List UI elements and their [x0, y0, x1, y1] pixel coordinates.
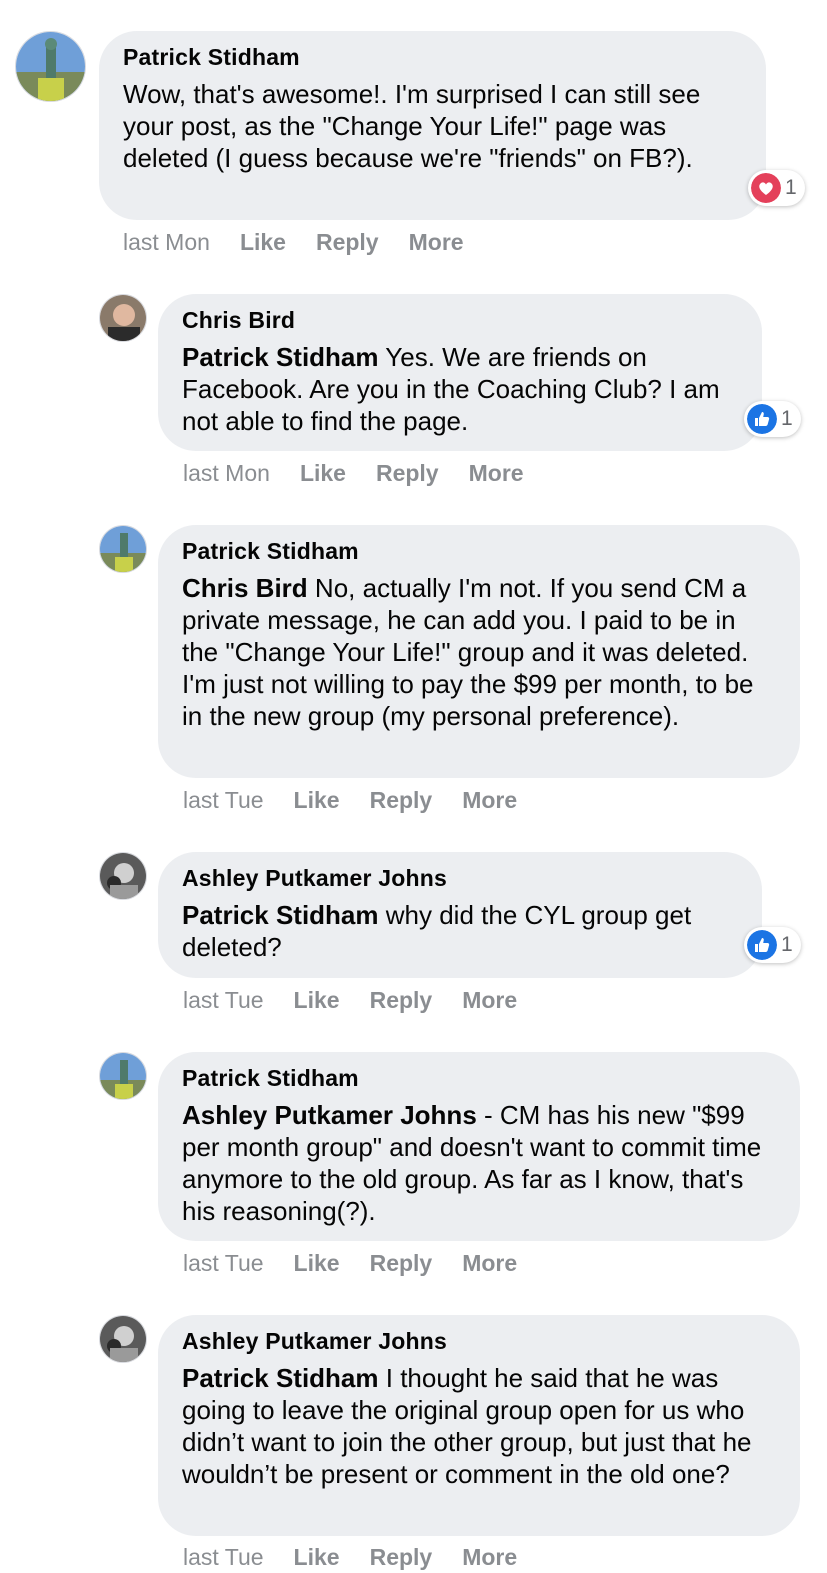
comment-author[interactable]: Patrick Stidham [182, 1064, 776, 1092]
comment-timestamp: last Tue [183, 787, 264, 813]
reaction-count: 1 [781, 407, 793, 430]
like-button[interactable]: Like [300, 458, 346, 488]
comment-timestamp: last Tue [183, 1250, 264, 1276]
reply-button[interactable]: Reply [370, 1248, 433, 1278]
comment-text: Ashley Putkamer Johns - CM has his new "… [182, 1099, 776, 1227]
reaction-badge[interactable]: 1 [744, 401, 801, 437]
reply-button[interactable]: Reply [376, 458, 439, 488]
like-reaction-icon [747, 404, 777, 434]
comment-bubble: Ashley Putkamer Johns Patrick Stidham wh… [158, 852, 762, 978]
like-button[interactable]: Like [294, 785, 340, 815]
avatar-patrick-stidham[interactable] [99, 525, 147, 573]
more-button[interactable]: More [462, 1542, 517, 1572]
avatar-patrick-stidham[interactable] [15, 31, 86, 102]
more-button[interactable]: More [462, 985, 517, 1015]
reply-button[interactable]: Reply [370, 985, 433, 1015]
comment-author[interactable]: Ashley Putkamer Johns [182, 864, 738, 892]
mention-link[interactable]: Patrick Stidham [182, 1363, 379, 1393]
avatar-ashley-putkamer-johns[interactable] [99, 852, 147, 900]
avatar-chris-bird[interactable] [99, 294, 147, 342]
reply-button[interactable]: Reply [370, 1542, 433, 1572]
more-button[interactable]: More [462, 1248, 517, 1278]
avatar-patrick-stidham[interactable] [99, 1052, 147, 1100]
mention-link[interactable]: Ashley Putkamer Johns [182, 1100, 477, 1130]
avatar-ashley-putkamer-johns[interactable] [99, 1315, 147, 1363]
like-reaction-icon [747, 930, 777, 960]
comment-author[interactable]: Ashley Putkamer Johns [182, 1327, 776, 1355]
comment-actions: last Mon Like Reply More [183, 458, 554, 488]
comment-timestamp: last Mon [183, 460, 270, 486]
like-button[interactable]: Like [294, 1248, 340, 1278]
heart-reaction-icon [751, 173, 781, 203]
reply-button[interactable]: Reply [316, 227, 379, 257]
comment-actions: last Tue Like Reply More [183, 985, 547, 1015]
comment-author[interactable]: Chris Bird [182, 306, 738, 334]
reaction-badge[interactable]: 1 [744, 927, 801, 963]
comment-actions: last Tue Like Reply More [183, 1542, 547, 1572]
comment-text: Wow, that's awesome!. I'm surprised I ca… [123, 78, 742, 174]
comment-bubble: Chris Bird Patrick Stidham Yes. We are f… [158, 294, 762, 451]
comment-actions: last Tue Like Reply More [183, 785, 547, 815]
comment-bubble: Patrick Stidham Chris Bird No, actually … [158, 525, 800, 778]
comment-timestamp: last Tue [183, 1544, 264, 1570]
mention-link[interactable]: Patrick Stidham [182, 900, 379, 930]
comment-timestamp: last Mon [123, 229, 210, 255]
comment-actions: last Tue Like Reply More [183, 1248, 547, 1278]
comment-bubble: Ashley Putkamer Johns Patrick Stidham I … [158, 1315, 800, 1536]
reaction-count: 1 [781, 933, 793, 956]
comment-bubble: Patrick Stidham Ashley Putkamer Johns - … [158, 1052, 800, 1241]
comment-text: Patrick Stidham I thought he said that h… [182, 1362, 776, 1490]
like-button[interactable]: Like [294, 1542, 340, 1572]
comment-actions: last Mon Like Reply More [123, 227, 494, 257]
more-button[interactable]: More [462, 785, 517, 815]
comment-author[interactable]: Patrick Stidham [182, 537, 776, 565]
reaction-badge[interactable]: 1 [748, 170, 805, 206]
comment-timestamp: last Tue [183, 987, 264, 1013]
comment-bubble: Patrick Stidham Wow, that's awesome!. I'… [99, 31, 766, 220]
like-button[interactable]: Like [294, 985, 340, 1015]
comment-text: Chris Bird No, actually I'm not. If you … [182, 572, 776, 732]
reaction-count: 1 [785, 176, 797, 199]
comment-author[interactable]: Patrick Stidham [123, 43, 742, 71]
more-button[interactable]: More [409, 227, 464, 257]
comment-text: Patrick Stidham why did the CYL group ge… [182, 899, 738, 963]
comment-text: Patrick Stidham Yes. We are friends on F… [182, 341, 738, 437]
like-button[interactable]: Like [240, 227, 286, 257]
reply-button[interactable]: Reply [370, 785, 433, 815]
more-button[interactable]: More [469, 458, 524, 488]
comment-body: Wow, that's awesome!. I'm surprised I ca… [123, 79, 701, 173]
mention-link[interactable]: Patrick Stidham [182, 342, 379, 372]
mention-link[interactable]: Chris Bird [182, 573, 308, 603]
